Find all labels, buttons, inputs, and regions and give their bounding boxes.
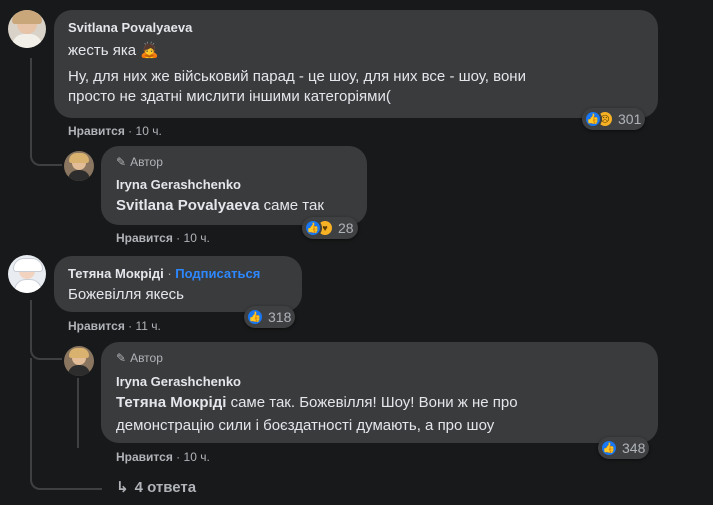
comment-meta: Нравится · 10 ч. (116, 450, 210, 464)
comment-text: жесть яка 🙇 (68, 42, 159, 59)
thread-line (30, 300, 32, 340)
comment-author[interactable]: Iryna Gerashchenko (116, 374, 241, 389)
reply-arrow-icon: ↳ (116, 479, 129, 496)
avatar[interactable] (8, 255, 46, 293)
comment-text: Тетяна Мокріді саме так. Божевілля! Шоу!… (116, 394, 518, 411)
comment-meta: Нравится · 10 ч. (116, 231, 210, 245)
like-icon: 👍 (584, 110, 602, 128)
follow-button[interactable]: Подписаться (175, 266, 260, 281)
thread-connector (30, 146, 62, 166)
comment-author[interactable]: Svitlana Povalyaeva (68, 20, 192, 35)
reaction-summary[interactable]: 👍 ♥ 28 (302, 217, 358, 239)
separator: · (176, 450, 181, 464)
reaction-summary[interactable]: 👍 348 (598, 437, 650, 459)
comment-text: Svitlana Povalyaeva саме так (116, 197, 324, 214)
avatar[interactable] (64, 346, 94, 376)
separator: · (167, 266, 172, 281)
like-link[interactable]: Нравится (116, 450, 173, 464)
comment-text: Божевілля якесь (68, 286, 185, 303)
comment-header: Тетяна Мокріді · Подписаться (68, 266, 260, 281)
like-link[interactable]: Нравится (68, 124, 125, 138)
reaction-summary[interactable]: 👍 ☹ 301 (582, 108, 646, 130)
thread-connector (30, 358, 102, 490)
like-icon: 👍 (600, 439, 618, 457)
separator: · (128, 319, 133, 333)
avatar[interactable] (64, 151, 94, 181)
timestamp[interactable]: 10 ч. (184, 450, 210, 464)
author-badge: ✎ Автор (116, 351, 163, 365)
reaction-count: 28 (338, 220, 354, 236)
like-icon: 👍 (304, 219, 322, 237)
pen-icon: ✎ (116, 351, 127, 365)
reaction-summary[interactable]: 👍 318 (244, 306, 296, 328)
author-badge: ✎ Автор (116, 155, 163, 169)
timestamp[interactable]: 10 ч. (136, 124, 162, 138)
comment-text: демонстрацію сили і боєздатності думають… (116, 417, 495, 434)
separator: · (176, 231, 181, 245)
separator: · (128, 124, 133, 138)
pen-icon: ✎ (116, 155, 127, 169)
reaction-count: 348 (622, 440, 646, 456)
like-link[interactable]: Нравится (68, 319, 125, 333)
comment-meta: Нравится · 10 ч. (68, 124, 162, 138)
mention-link[interactable]: Тетяна Мокріді (116, 394, 226, 411)
thread-line (30, 58, 32, 146)
comment-author[interactable]: Тетяна Мокріді (68, 266, 164, 281)
timestamp[interactable]: 10 ч. (184, 231, 210, 245)
comment-text: просто не здатні мислити іншими категорі… (68, 88, 391, 105)
reaction-count: 318 (268, 309, 292, 325)
reaction-count: 301 (618, 111, 642, 127)
comment-author[interactable]: Iryna Gerashchenko (116, 177, 241, 192)
mention-link[interactable]: Svitlana Povalyaeva (116, 197, 259, 214)
view-replies-link[interactable]: ↳ 4 ответа (116, 478, 196, 496)
timestamp[interactable]: 11 ч. (136, 319, 161, 333)
comment-text: Ну, для них же військовий парад - це шоу… (68, 68, 526, 85)
like-link[interactable]: Нравится (116, 231, 173, 245)
avatar[interactable] (8, 10, 46, 48)
comment-meta: Нравится · 11 ч. (68, 319, 161, 333)
thread-connector (30, 340, 62, 360)
like-icon: 👍 (246, 308, 264, 326)
